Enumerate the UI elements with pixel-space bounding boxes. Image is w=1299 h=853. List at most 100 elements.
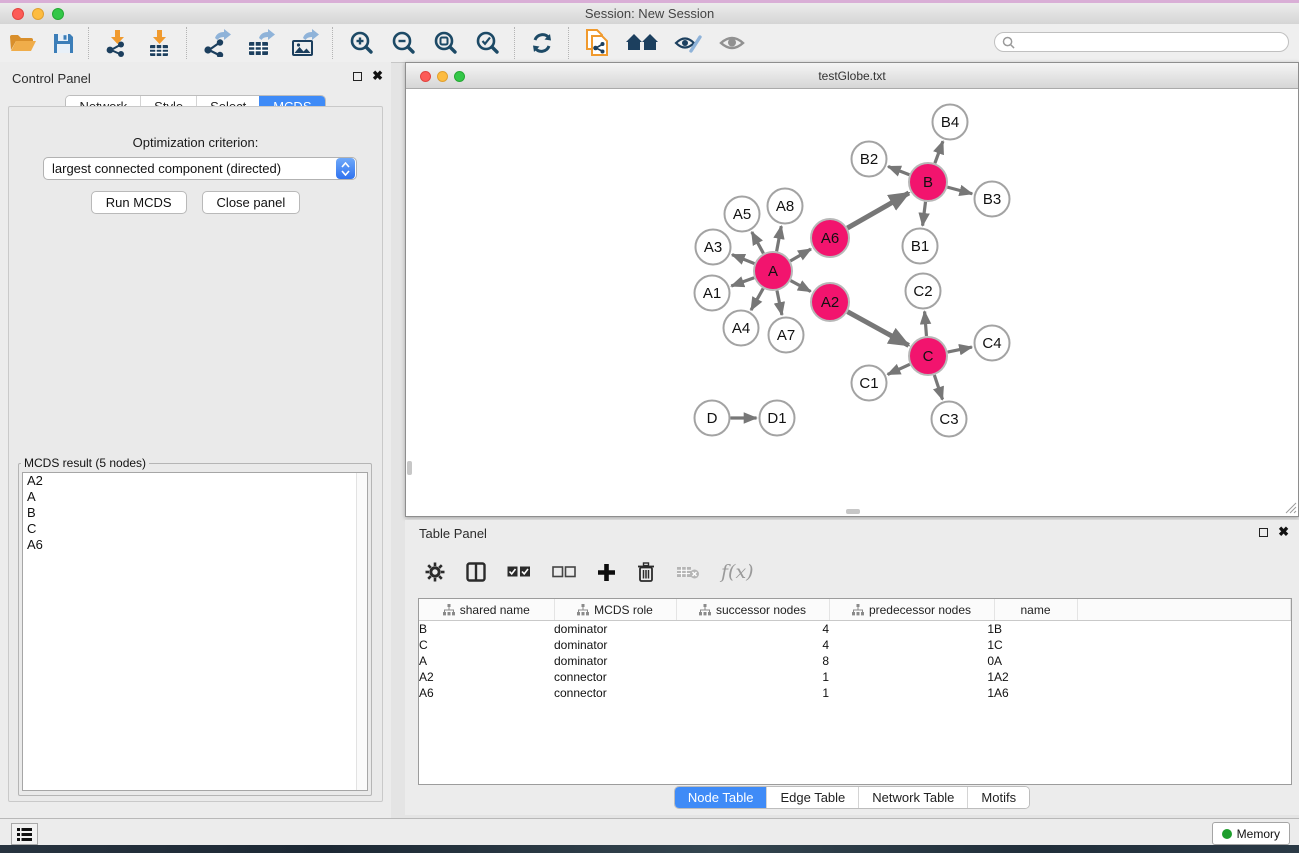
zoom-in-button[interactable] (340, 26, 382, 60)
canvas-hscroll-thumb[interactable] (846, 509, 860, 514)
table-cell[interactable]: 1 (676, 669, 829, 685)
deselect-all-button[interactable] (552, 566, 576, 578)
network-canvas-svg[interactable]: B4B2BB3A5A8A6A3B1AA1C2A2A4A7C4CC1C3DD1 (406, 89, 1298, 515)
table-cell[interactable]: 1 (829, 669, 994, 685)
table-cell[interactable]: 8 (676, 653, 829, 669)
delete-column-button[interactable] (637, 562, 655, 582)
column-header[interactable]: shared name (419, 599, 554, 621)
canvas-vscroll-thumb[interactable] (407, 461, 412, 475)
float-panel-icon[interactable] (353, 72, 362, 81)
graph-edge-A-A1[interactable] (731, 278, 754, 286)
close-panel-button[interactable]: Close panel (202, 191, 301, 214)
table-cell[interactable]: 1 (676, 685, 829, 701)
save-session-button[interactable] (44, 26, 82, 60)
table-row[interactable]: A2connector11A2 (419, 669, 1291, 685)
close-panel-icon[interactable]: ✖ (372, 71, 383, 81)
graph-edge-C-C1[interactable] (888, 364, 910, 374)
graph-edge-B-B2[interactable] (888, 166, 909, 174)
table-cell[interactable]: C (419, 637, 554, 653)
graph-edge-A-A4[interactable] (751, 288, 763, 310)
graph-edge-C-C4[interactable] (948, 347, 972, 352)
home-views-button[interactable] (618, 26, 666, 60)
memory-button[interactable]: Memory (1212, 822, 1290, 845)
table-row[interactable]: A6connector11A6 (419, 685, 1291, 701)
table-cell[interactable]: A (419, 653, 554, 669)
table-cell[interactable]: 0 (829, 653, 994, 669)
table-cell[interactable]: 1 (829, 685, 994, 701)
table-cell[interactable]: 1 (829, 621, 994, 638)
table-cell[interactable]: 1 (829, 637, 994, 653)
column-header[interactable]: MCDS role (554, 599, 676, 621)
table-cell[interactable]: 4 (676, 637, 829, 653)
add-column-button[interactable] (597, 563, 616, 582)
result-item[interactable]: A2 (23, 473, 367, 489)
table-cell[interactable]: dominator (554, 653, 676, 669)
clone-network-button[interactable] (576, 26, 618, 60)
column-header[interactable]: successor nodes (676, 599, 829, 621)
table-cell[interactable]: A2 (419, 669, 554, 685)
table-cell[interactable]: A6 (419, 685, 554, 701)
tab-network-table[interactable]: Network Table (858, 787, 967, 808)
result-item[interactable]: A (23, 489, 367, 505)
result-item[interactable]: C (23, 521, 367, 537)
float-table-panel-icon[interactable] (1259, 528, 1268, 537)
export-network-button[interactable] (194, 26, 238, 60)
function-builder-button[interactable]: f(x) (721, 561, 754, 583)
table-cell[interactable]: C (994, 637, 1077, 653)
graph-edge-A-A3[interactable] (732, 255, 754, 264)
table-row[interactable]: Bdominator41B (419, 621, 1291, 638)
graph-edge-A-A5[interactable] (752, 232, 764, 253)
hide-selected-button[interactable] (666, 26, 710, 60)
table-cell[interactable]: A (994, 653, 1077, 669)
graph-edge-B-B4[interactable] (935, 141, 943, 163)
zoom-fit-button[interactable] (424, 26, 466, 60)
table-row[interactable]: Cdominator41C (419, 637, 1291, 653)
graph-edge-B-B1[interactable] (923, 202, 926, 226)
graph-edge-A2-C[interactable] (848, 312, 909, 346)
table-cell[interactable]: B (419, 621, 554, 638)
task-history-button[interactable] (11, 823, 38, 845)
result-item[interactable]: A6 (23, 537, 367, 553)
table-cell[interactable]: A2 (994, 669, 1077, 685)
close-table-panel-icon[interactable]: ✖ (1278, 527, 1289, 537)
graph-edge-C-C3[interactable] (934, 375, 942, 400)
graph-edge-A-A6[interactable] (790, 249, 811, 261)
tab-node-table[interactable]: Node Table (675, 787, 767, 808)
run-mcds-button[interactable]: Run MCDS (91, 191, 187, 214)
refresh-layout-button[interactable] (522, 26, 562, 60)
select-all-button[interactable] (507, 566, 531, 578)
table-cell[interactable]: connector (554, 669, 676, 685)
export-image-button[interactable] (282, 26, 326, 60)
network-canvas[interactable]: B4B2BB3A5A8A6A3B1AA1C2A2A4A7C4CC1C3DD1 (406, 89, 1298, 515)
resize-grip-icon[interactable] (1283, 500, 1297, 514)
table-settings-button[interactable] (425, 562, 445, 582)
result-item[interactable]: B (23, 505, 367, 521)
open-session-button[interactable] (0, 26, 44, 60)
table-cell[interactable]: A6 (994, 685, 1077, 701)
column-header[interactable]: name (994, 599, 1077, 621)
graph-edge-A-A7[interactable] (777, 291, 782, 315)
table-cell[interactable]: dominator (554, 621, 676, 638)
column-visibility-button[interactable] (466, 562, 486, 582)
table-cell[interactable]: 4 (676, 621, 829, 638)
import-network-button[interactable] (96, 26, 138, 60)
graph-edge-B-B3[interactable] (947, 187, 972, 194)
table-row[interactable]: Adominator80A (419, 653, 1291, 669)
graph-edge-A6-B[interactable] (847, 193, 909, 228)
import-table-button[interactable] (138, 26, 180, 60)
show-all-button[interactable] (710, 26, 754, 60)
delete-table-button[interactable] (676, 564, 700, 580)
optimization-select[interactable]: largest connected component (directed) (43, 157, 357, 180)
zoom-selected-button[interactable] (466, 26, 508, 60)
tab-edge-table[interactable]: Edge Table (766, 787, 858, 808)
graph-edge-C-C2[interactable] (925, 311, 927, 336)
table-cell[interactable]: dominator (554, 637, 676, 653)
zoom-out-button[interactable] (382, 26, 424, 60)
search-input[interactable] (1019, 34, 1288, 50)
graph-edge-A-A8[interactable] (777, 226, 782, 251)
tab-motifs[interactable]: Motifs (967, 787, 1029, 808)
result-list-scrollbar[interactable] (356, 473, 367, 790)
column-header[interactable]: predecessor nodes (829, 599, 994, 621)
table-cell[interactable]: connector (554, 685, 676, 701)
export-table-button[interactable] (238, 26, 282, 60)
